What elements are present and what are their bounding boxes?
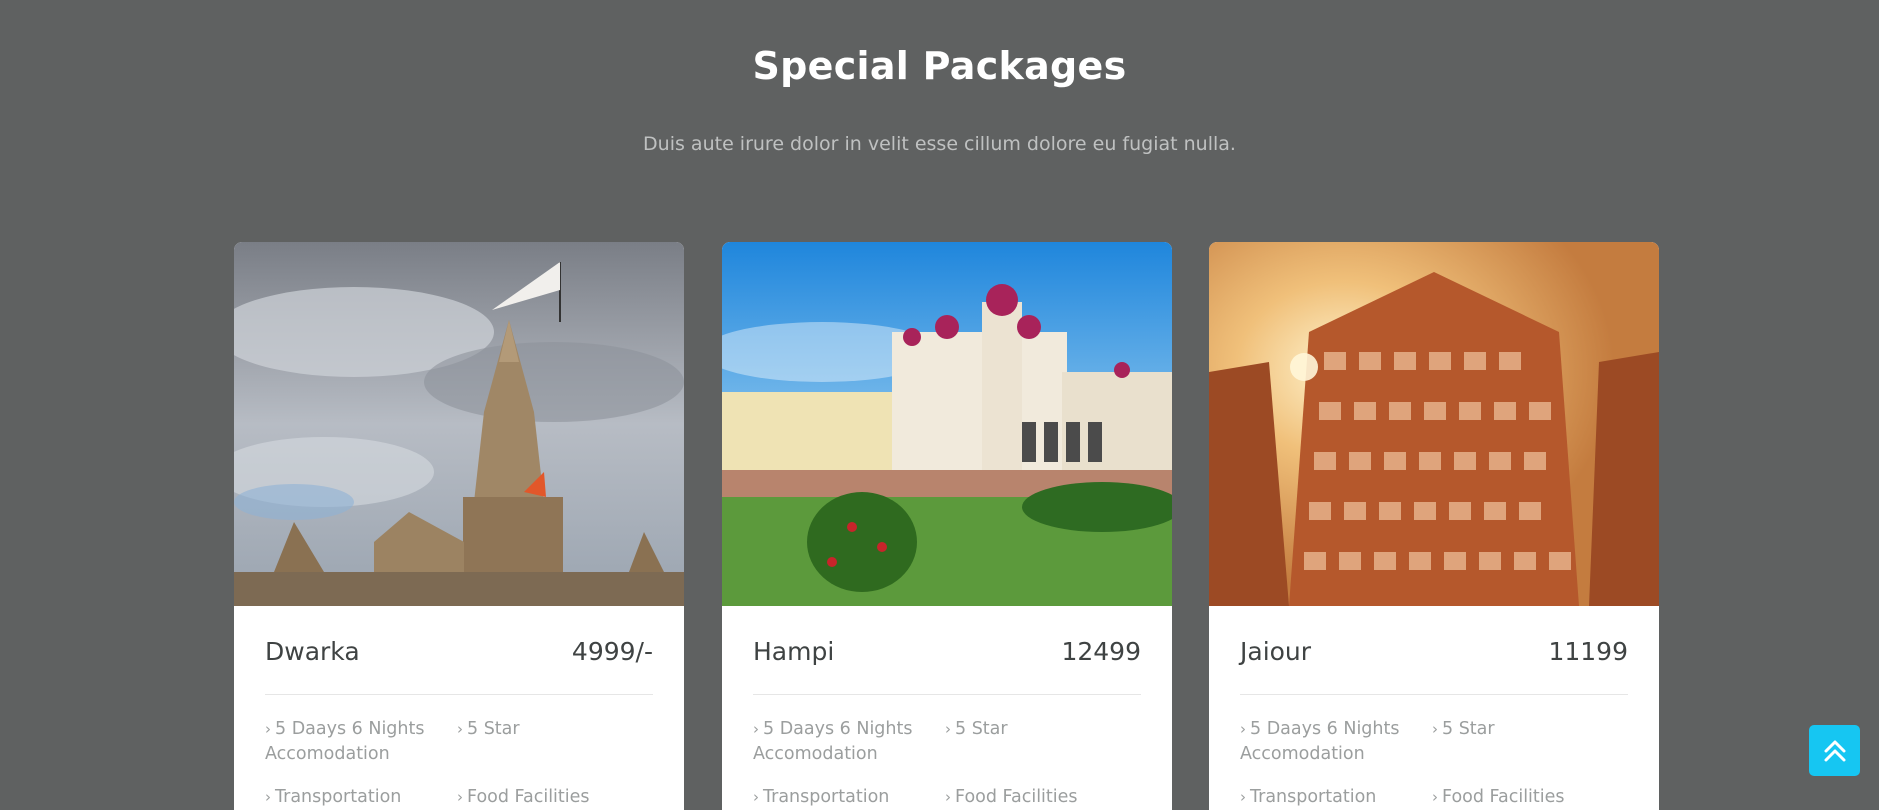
feature-accommodation: › 5 Daays 6 Nights Accomodation xyxy=(265,719,425,764)
package-card-dwarka[interactable]: Dwarka 4999/- › 5 Daays 6 Nights Accomoda… xyxy=(234,242,684,810)
feature-food: › Food Facilities xyxy=(945,787,1078,807)
package-name: Jaiour xyxy=(1240,636,1312,666)
package-name: Dwarka xyxy=(265,636,360,666)
feature-list: › 5 Daays 6 Nights Accomodation › 5 Star ›… xyxy=(265,717,653,810)
chevron-right-icon: › xyxy=(753,788,759,806)
chevron-right-icon: › xyxy=(945,720,951,738)
card-divider xyxy=(1240,694,1628,695)
package-price: 11199 xyxy=(1548,636,1628,666)
feature-star-rating: › 5 Star xyxy=(457,719,520,739)
feature-accommodation: › 5 Daays 6 Nights Accomodation xyxy=(753,719,913,764)
chevron-right-icon: › xyxy=(1432,720,1438,738)
feature-food: › Food Facilities xyxy=(457,787,590,807)
chevron-right-icon: › xyxy=(457,788,463,806)
chevron-right-icon: › xyxy=(1432,788,1438,806)
package-price: 4999/- xyxy=(571,636,653,666)
scroll-to-top-button[interactable] xyxy=(1809,725,1860,776)
package-image-dwarka-temple xyxy=(234,242,684,606)
chevron-right-icon: › xyxy=(1240,720,1246,738)
special-packages-page: Special Packages Duis aute irure dolor i… xyxy=(0,0,1879,810)
package-name: Hampi xyxy=(753,636,835,666)
card-divider xyxy=(753,694,1141,695)
feature-transportation: › Transportation xyxy=(1240,787,1377,807)
feature-accommodation: › 5 Daays 6 Nights Accomodation xyxy=(1240,719,1400,764)
double-chevron-up-icon xyxy=(1824,740,1845,761)
chevron-right-icon: › xyxy=(1240,788,1246,806)
chevron-right-icon: › xyxy=(945,788,951,806)
feature-star-rating: › 5 Star xyxy=(945,719,1008,739)
package-image-hampi-palace xyxy=(722,242,1172,606)
section-title: Special Packages xyxy=(752,44,1127,88)
section-subtitle: Duis aute irure dolor in velit esse cill… xyxy=(643,133,1236,155)
chevron-right-icon: › xyxy=(457,720,463,738)
feature-food: › Food Facilities xyxy=(1432,787,1565,807)
package-card-jaiour[interactable]: Jaiour 11199 › 5 Daays 6 Nights Accomodat… xyxy=(1209,242,1659,810)
package-card-hampi[interactable]: Hampi 12499 › 5 Daays 6 Nights Accomodati… xyxy=(722,242,1172,810)
chevron-right-icon: › xyxy=(265,788,271,806)
card-divider xyxy=(265,694,653,695)
feature-transportation: › Transportation xyxy=(753,787,890,807)
feature-list: › 5 Daays 6 Nights Accomodation › 5 Star ›… xyxy=(753,717,1141,810)
feature-transportation: › Transportation xyxy=(265,787,402,807)
feature-list: › 5 Daays 6 Nights Accomodation › 5 Star ›… xyxy=(1240,717,1628,810)
chevron-right-icon: › xyxy=(753,720,759,738)
feature-star-rating: › 5 Star xyxy=(1432,719,1495,739)
chevron-right-icon: › xyxy=(265,720,271,738)
package-image-jaipur-palace xyxy=(1209,242,1659,606)
package-price: 12499 xyxy=(1061,636,1141,666)
